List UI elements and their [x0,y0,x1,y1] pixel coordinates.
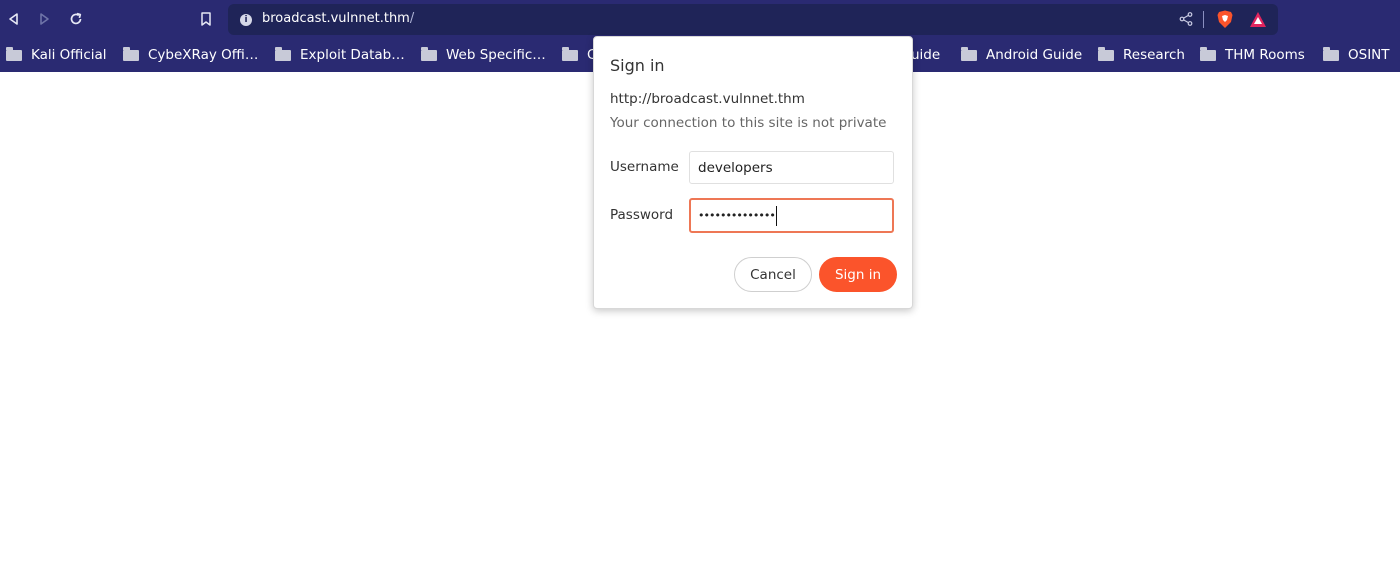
urlbar-divider [1203,11,1204,28]
url-text[interactable]: broadcast.vulnnet.thm/ [262,11,414,26]
bookmark-label: CybeXRay Offi… [148,47,259,63]
password-value: •••••••••••••• [698,209,776,222]
connection-warning: Your connection to this site is not priv… [610,115,887,131]
bookmark-folder[interactable]: OSINT [1323,46,1390,64]
url-host: broadcast.vulnnet.thm [262,11,410,26]
bookmark-label: Web Specific… [446,47,546,63]
cancel-button[interactable]: Cancel [734,257,812,292]
folder-icon [562,46,578,61]
bookmark-folder[interactable]: Exploit Datab… [275,46,405,64]
bookmark-folder[interactable]: Android Guide [961,46,1082,64]
bookmark-folder[interactable]: THM Rooms [1200,46,1305,64]
forward-icon[interactable] [34,9,54,29]
folder-icon [1323,46,1339,61]
username-field[interactable]: developers [689,151,894,184]
sign-in-dialog: Sign in http://broadcast.vulnnet.thm You… [593,36,913,309]
folder-icon [421,46,437,61]
bookmark-folder[interactable]: uide [911,46,940,64]
reload-icon[interactable] [66,9,86,29]
sign-in-button[interactable]: Sign in [819,257,897,292]
folder-icon [123,46,139,61]
bookmark-label: Android Guide [986,47,1083,63]
back-icon[interactable] [4,9,24,29]
folder-icon [961,46,977,61]
bookmark-folder[interactable]: CybeXRay Offi… [123,46,258,64]
brave-shields-icon[interactable] [1216,10,1234,29]
brave-rewards-icon[interactable] [1249,11,1267,28]
bookmark-folder[interactable]: C [562,46,596,64]
folder-icon [6,46,22,61]
bookmark-label: Kali Official [31,47,107,63]
dialog-origin: http://broadcast.vulnnet.thm [610,91,805,107]
folder-icon [1098,46,1114,61]
bookmark-label: OSINT [1348,47,1390,63]
password-field[interactable]: •••••••••••••• [689,198,894,233]
bookmark-folder[interactable]: Web Specific… [421,46,546,64]
url-path: / [409,11,415,26]
site-info-icon[interactable]: i [240,14,252,26]
browser-toolbar: i broadcast.vulnnet.thm/ [0,0,1400,38]
bookmark-label: THM Rooms [1225,47,1305,63]
address-bar[interactable]: i broadcast.vulnnet.thm/ [228,4,1278,35]
bookmark-label: uide [911,47,941,63]
dialog-title: Sign in [610,56,665,75]
share-icon[interactable] [1178,11,1194,27]
bookmark-icon[interactable] [196,9,216,29]
bookmark-label: Exploit Datab… [300,47,405,63]
password-label: Password [610,207,674,223]
bookmark-folder[interactable]: Research [1098,46,1185,64]
bookmark-folder[interactable]: Kali Official [6,46,107,64]
folder-icon [1200,46,1216,61]
bookmark-label: Research [1123,47,1185,63]
username-label: Username [610,159,679,175]
folder-icon [275,46,291,61]
username-value: developers [698,159,773,176]
text-caret [775,205,777,226]
